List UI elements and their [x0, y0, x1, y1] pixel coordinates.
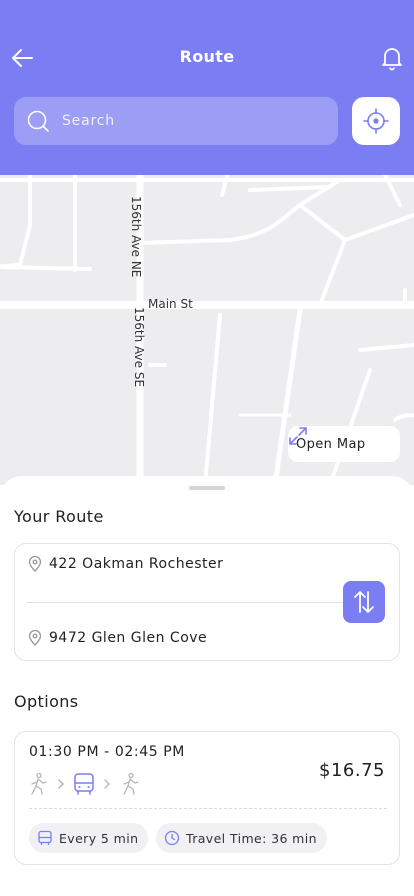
travel-time-chip: Travel Time: 36 min — [156, 823, 327, 853]
option-divider — [29, 808, 387, 809]
route-from[interactable]: 422 Oakman Rochester — [27, 556, 223, 572]
options-title: Options — [14, 692, 79, 711]
bottom-sheet: Your Route 422 Oakman Rochester 9472 Gle… — [0, 476, 414, 896]
route-screen: Route Search Main St 156th Ave NE 156th … — [0, 0, 414, 896]
frequency-text: Every 5 min — [59, 830, 139, 846]
route-to-text: 9472 Glen Glen Cove — [49, 630, 208, 646]
bus-icon — [38, 830, 52, 846]
map-view[interactable]: Main St 156th Ave NE 156th Ave SE Open M… — [0, 175, 414, 485]
crosshair-icon — [363, 108, 389, 134]
expand-icon — [289, 427, 307, 445]
walk-icon — [31, 772, 47, 795]
location-pin-icon — [28, 556, 42, 572]
travel-time-text: Travel Time: 36 min — [186, 830, 317, 846]
search-icon — [27, 110, 49, 132]
route-divider — [27, 602, 345, 603]
search-box[interactable] — [14, 97, 338, 145]
open-map-button[interactable]: Open Map — [288, 426, 400, 462]
chevron-right-icon — [104, 779, 110, 789]
bus-icon — [74, 773, 94, 795]
frequency-chip: Every 5 min — [29, 823, 149, 853]
header: Route — [0, 0, 414, 175]
location-pin-icon — [28, 630, 42, 646]
sheet-drag-handle[interactable] — [189, 486, 225, 490]
option-time-range: 01:30 PM - 02:45 PM — [29, 744, 185, 760]
current-location-button[interactable] — [352, 97, 400, 145]
route-option-card[interactable]: 01:30 PM - 02:45 PM $16.75 Every 5 min T… — [14, 731, 400, 865]
notifications-button[interactable] — [380, 45, 404, 71]
swap-vertical-icon — [354, 591, 374, 613]
bell-icon — [382, 48, 402, 71]
page-title: Route — [179, 47, 235, 66]
route-from-text: 422 Oakman Rochester — [49, 556, 224, 572]
route-to[interactable]: 9472 Glen Glen Cove — [27, 630, 207, 646]
route-card: 422 Oakman Rochester 9472 Glen Glen Cove — [14, 543, 400, 661]
swap-route-button[interactable] — [343, 581, 385, 623]
option-price: $16.75 — [319, 760, 385, 781]
chevron-right-icon — [58, 779, 64, 789]
street-label-156th-ave-ne: 156th Ave NE — [129, 196, 143, 278]
transport-modes — [27, 772, 141, 796]
clock-icon — [164, 830, 180, 846]
search-input[interactable] — [62, 97, 322, 145]
street-label-156th-ave-se: 156th Ave SE — [132, 307, 146, 388]
walk-icon — [123, 772, 139, 795]
street-label-main-st: Main St — [148, 297, 193, 311]
your-route-title: Your Route — [14, 507, 104, 526]
